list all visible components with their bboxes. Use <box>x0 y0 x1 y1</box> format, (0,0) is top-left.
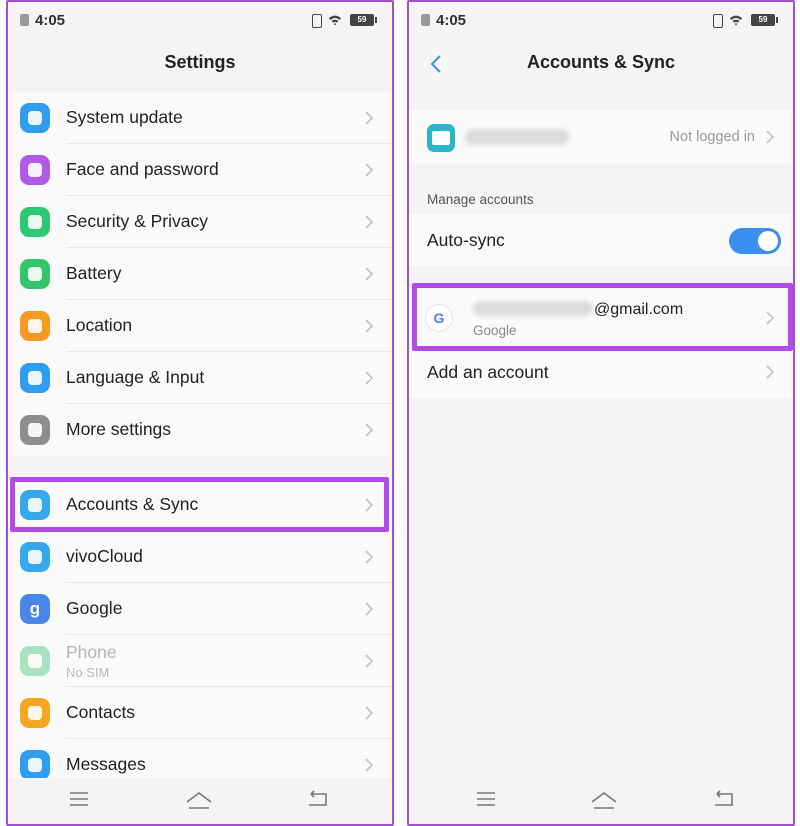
settings-item-label: More settings <box>66 419 172 439</box>
back-nav-icon[interactable] <box>712 790 734 808</box>
settings-item-label: Phone <box>66 642 117 662</box>
home-icon[interactable] <box>590 790 618 810</box>
battery-level: 59 <box>350 14 377 26</box>
navigation-bar <box>409 778 793 824</box>
settings-item-more-settings[interactable]: More settings <box>8 404 392 456</box>
settings-item-label: Security & Privacy <box>66 211 208 231</box>
gear-icon <box>20 415 50 445</box>
battery-icon <box>20 259 50 289</box>
auto-sync-label: Auto-sync <box>427 230 505 250</box>
chevron-right-icon <box>365 758 374 772</box>
vivo-account-row[interactable]: Not logged in <box>409 110 793 164</box>
settings-item-label: Google <box>66 598 123 618</box>
chevron-right-icon <box>365 267 374 281</box>
redacted-account-name <box>465 129 569 145</box>
chevron-right-icon <box>365 550 374 564</box>
vibrate-icon <box>713 14 723 28</box>
phone-icon <box>20 646 50 676</box>
wifi-icon <box>328 15 342 26</box>
settings-group-system: System update Face and password Security &… <box>8 92 392 456</box>
messages-icon <box>20 750 50 780</box>
chevron-right-icon <box>365 215 374 229</box>
auto-sync-toggle[interactable] <box>729 228 781 254</box>
status-bar: 4:05 59 <box>8 2 392 42</box>
highlight-accounts-sync <box>10 477 389 532</box>
back-nav-icon[interactable] <box>306 790 328 808</box>
vibrate-icon <box>312 14 322 28</box>
settings-item-label: Language & Input <box>66 367 205 387</box>
login-status: Not logged in <box>669 129 755 145</box>
no-sim-icon <box>421 14 430 26</box>
title-bar: Settings <box>8 42 392 86</box>
settings-item-label: Location <box>66 315 133 335</box>
settings-item-face-and-password[interactable]: Face and password <box>8 144 392 196</box>
keyboard-icon <box>20 363 50 393</box>
settings-item-label: vivoCloud <box>66 546 143 566</box>
settings-item-contacts[interactable]: Contacts <box>8 687 392 739</box>
chevron-right-icon <box>365 706 374 720</box>
chevron-right-icon <box>365 602 374 616</box>
settings-screen: 4:05 59 Settings System update Face and p… <box>6 0 394 826</box>
chevron-right-icon <box>766 130 775 144</box>
system-update-icon <box>20 103 50 133</box>
face-icon <box>20 155 50 185</box>
manage-accounts-label: Manage accounts <box>427 192 534 207</box>
status-bar: 4:05 59 <box>409 2 793 42</box>
settings-item-security-privacy[interactable]: Security & Privacy <box>8 196 392 248</box>
menu-icon[interactable] <box>476 790 496 808</box>
settings-item-label: Face and password <box>66 159 219 179</box>
settings-item-label: Messages <box>66 754 146 774</box>
google-icon: g <box>20 594 50 624</box>
shield-icon <box>20 207 50 237</box>
highlight-google-account <box>412 283 793 351</box>
chevron-right-icon <box>365 111 374 125</box>
status-time: 4:05 <box>436 12 467 29</box>
settings-item-location[interactable]: Location <box>8 300 392 352</box>
chevron-right-icon <box>365 371 374 385</box>
title-bar: Accounts & Sync <box>409 42 793 86</box>
vivo-account-icon <box>427 124 455 152</box>
status-time: 4:05 <box>35 12 66 29</box>
add-account-label: Add an account <box>427 362 549 382</box>
home-icon[interactable] <box>185 790 213 810</box>
location-icon <box>20 311 50 341</box>
wifi-icon <box>729 15 743 26</box>
settings-item-battery[interactable]: Battery <box>8 248 392 300</box>
contacts-icon <box>20 698 50 728</box>
chevron-right-icon <box>365 654 374 668</box>
chevron-right-icon <box>365 423 374 437</box>
settings-item-google[interactable]: g Google <box>8 583 392 635</box>
settings-item-phone[interactable]: Phone No SIM <box>8 635 392 687</box>
settings-item-label: Battery <box>66 263 122 283</box>
menu-icon[interactable] <box>69 790 89 808</box>
settings-item-sublabel: No SIM <box>66 665 110 680</box>
add-account-row[interactable]: Add an account <box>409 346 793 398</box>
accounts-sync-screen: 4:05 59 Accounts & Sync Not logged in Ma… <box>407 0 795 826</box>
settings-item-label: Contacts <box>66 702 136 722</box>
settings-item-vivocloud[interactable]: vivoCloud <box>8 531 392 583</box>
settings-item-language-input[interactable]: Language & Input <box>8 352 392 404</box>
auto-sync-row: Auto-sync <box>409 214 793 266</box>
settings-item-label: System update <box>66 107 183 127</box>
chevron-right-icon <box>365 319 374 333</box>
no-sim-icon <box>20 14 29 26</box>
cloud-icon <box>20 542 50 572</box>
battery-level: 59 <box>751 14 778 26</box>
settings-item-system-update[interactable]: System update <box>8 92 392 144</box>
chevron-right-icon <box>766 365 775 379</box>
page-title: Accounts & Sync <box>526 52 676 72</box>
navigation-bar <box>8 778 392 824</box>
chevron-right-icon <box>365 163 374 177</box>
page-title: Settings <box>164 52 236 72</box>
